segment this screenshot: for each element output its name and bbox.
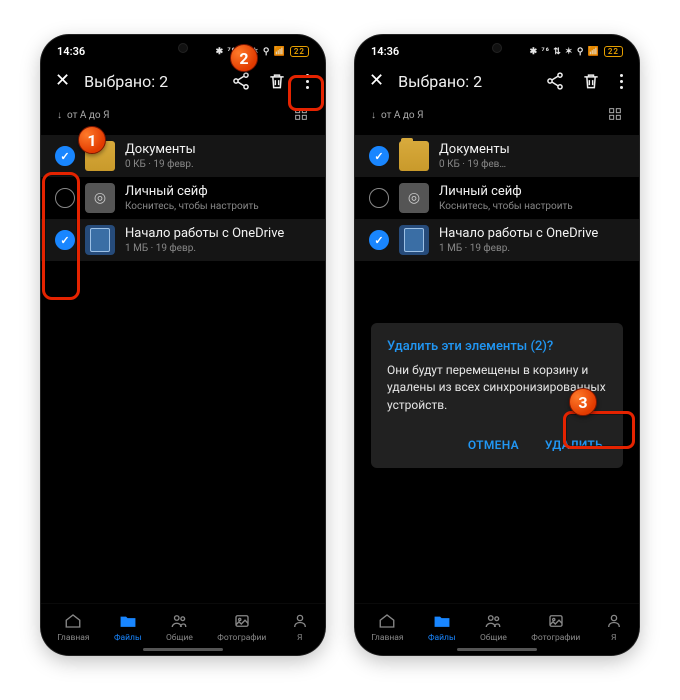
callout-1: 1 <box>78 126 106 154</box>
sort-label: от А до Я <box>67 110 109 121</box>
nav-me[interactable]: Я <box>291 612 309 643</box>
list-item[interactable]: Начало работы с OneDrive 1 МБ · 19 февр. <box>355 219 639 261</box>
file-name: Личный сейф <box>125 184 315 199</box>
checkbox-icon[interactable] <box>369 230 389 250</box>
trash-icon[interactable] <box>266 70 288 92</box>
file-meta: 1 МБ · 19 февр. <box>125 243 315 254</box>
highlight-confirm <box>563 411 635 449</box>
nav-photos[interactable]: Фотографии <box>217 612 266 643</box>
status-time: 14:36 <box>57 45 85 58</box>
sort-label: от А до Я <box>381 110 423 121</box>
view-toggle-icon[interactable] <box>607 106 623 125</box>
selection-title: Выбрано: 2 <box>398 72 530 91</box>
file-meta: Коснитесь, чтобы настроить <box>439 201 629 212</box>
sort-arrow-icon: ↓ <box>371 110 376 121</box>
sort-row: ↓ от А до Я <box>355 100 639 135</box>
highlight-checkboxes <box>42 172 80 300</box>
trash-icon[interactable] <box>580 70 602 92</box>
nav-label: Фотографии <box>217 633 266 643</box>
callout-2: 2 <box>230 44 258 72</box>
nav-shared[interactable]: Общие <box>166 612 193 643</box>
file-meta: 1 МБ · 19 февр. <box>439 243 629 254</box>
app-bar: ✕ Выбрано: 2 <box>41 62 325 100</box>
file-name: Личный сейф <box>439 184 629 199</box>
home-indicator <box>457 648 537 651</box>
document-icon <box>399 225 429 255</box>
nav-label: Главная <box>57 633 89 643</box>
camera-notch <box>178 43 188 53</box>
vault-icon <box>85 183 115 213</box>
list-item[interactable]: Личный сейф Коснитесь, чтобы настроить <box>355 177 639 219</box>
file-name: Документы <box>125 142 315 157</box>
nav-label: Я <box>611 633 616 643</box>
checkbox-icon[interactable] <box>369 146 389 166</box>
close-icon[interactable]: ✕ <box>369 72 384 90</box>
nav-label: Фотографии <box>531 633 580 643</box>
nav-label: Файлы <box>114 633 142 643</box>
nav-home[interactable]: Главная <box>371 612 403 643</box>
nav-me[interactable]: Я <box>605 612 623 643</box>
dialog-title: Удалить эти элементы (2)? <box>387 339 607 354</box>
folder-icon <box>399 141 429 171</box>
nav-label: Файлы <box>428 633 456 643</box>
file-meta: 0 КБ · 19 февр. <box>125 159 315 170</box>
nav-files[interactable]: Файлы <box>114 612 142 643</box>
list-item[interactable]: Личный сейф Коснитесь, чтобы настроить <box>41 177 325 219</box>
share-icon[interactable] <box>544 70 566 92</box>
cancel-button[interactable]: ОТМЕНА <box>464 432 523 458</box>
home-indicator <box>143 648 223 651</box>
app-bar: ✕ Выбрано: 2 <box>355 62 639 100</box>
sort-arrow-icon: ↓ <box>57 110 62 121</box>
more-icon[interactable] <box>616 74 627 89</box>
file-meta: 0 КБ · 19 фев… <box>439 159 629 170</box>
nav-label: Главная <box>371 633 403 643</box>
checkbox-icon[interactable] <box>55 146 75 166</box>
selection-title: Выбрано: 2 <box>84 72 216 91</box>
nav-home[interactable]: Главная <box>57 612 89 643</box>
nav-files[interactable]: Файлы <box>428 612 456 643</box>
file-meta: Коснитесь, чтобы настроить <box>125 201 315 212</box>
nav-label: Я <box>297 633 302 643</box>
checkbox-icon[interactable] <box>369 188 389 208</box>
camera-notch <box>492 43 502 53</box>
document-icon <box>85 225 115 255</box>
status-icons: ✱ ⁷⁶ ⇅ ✶ ⚲ 📶 22 <box>530 46 623 57</box>
callout-3: 3 <box>569 388 597 416</box>
share-icon[interactable] <box>230 70 252 92</box>
file-name: Документы <box>439 142 629 157</box>
nav-shared[interactable]: Общие <box>480 612 507 643</box>
list-item[interactable]: Начало работы с OneDrive 1 МБ · 19 февр. <box>41 219 325 261</box>
sort-button[interactable]: ↓ от А до Я <box>57 110 109 121</box>
vault-icon <box>399 183 429 213</box>
nav-label: Общие <box>166 633 193 643</box>
status-time: 14:36 <box>371 45 399 58</box>
file-name: Начало работы с OneDrive <box>439 226 629 241</box>
phone-right: 14:36 ✱ ⁷⁶ ⇅ ✶ ⚲ 📶 22 ✕ Выбрано: 2 ↓ от … <box>355 35 639 655</box>
nav-label: Общие <box>480 633 507 643</box>
close-icon[interactable]: ✕ <box>55 72 70 90</box>
sort-button[interactable]: ↓ от А до Я <box>371 110 423 121</box>
list-item[interactable]: Документы 0 КБ · 19 фев… <box>355 135 639 177</box>
file-list: Документы 0 КБ · 19 фев… Личный сейф Кос… <box>355 135 639 261</box>
file-name: Начало работы с OneDrive <box>125 226 315 241</box>
nav-photos[interactable]: Фотографии <box>531 612 580 643</box>
highlight-trash <box>288 75 324 111</box>
